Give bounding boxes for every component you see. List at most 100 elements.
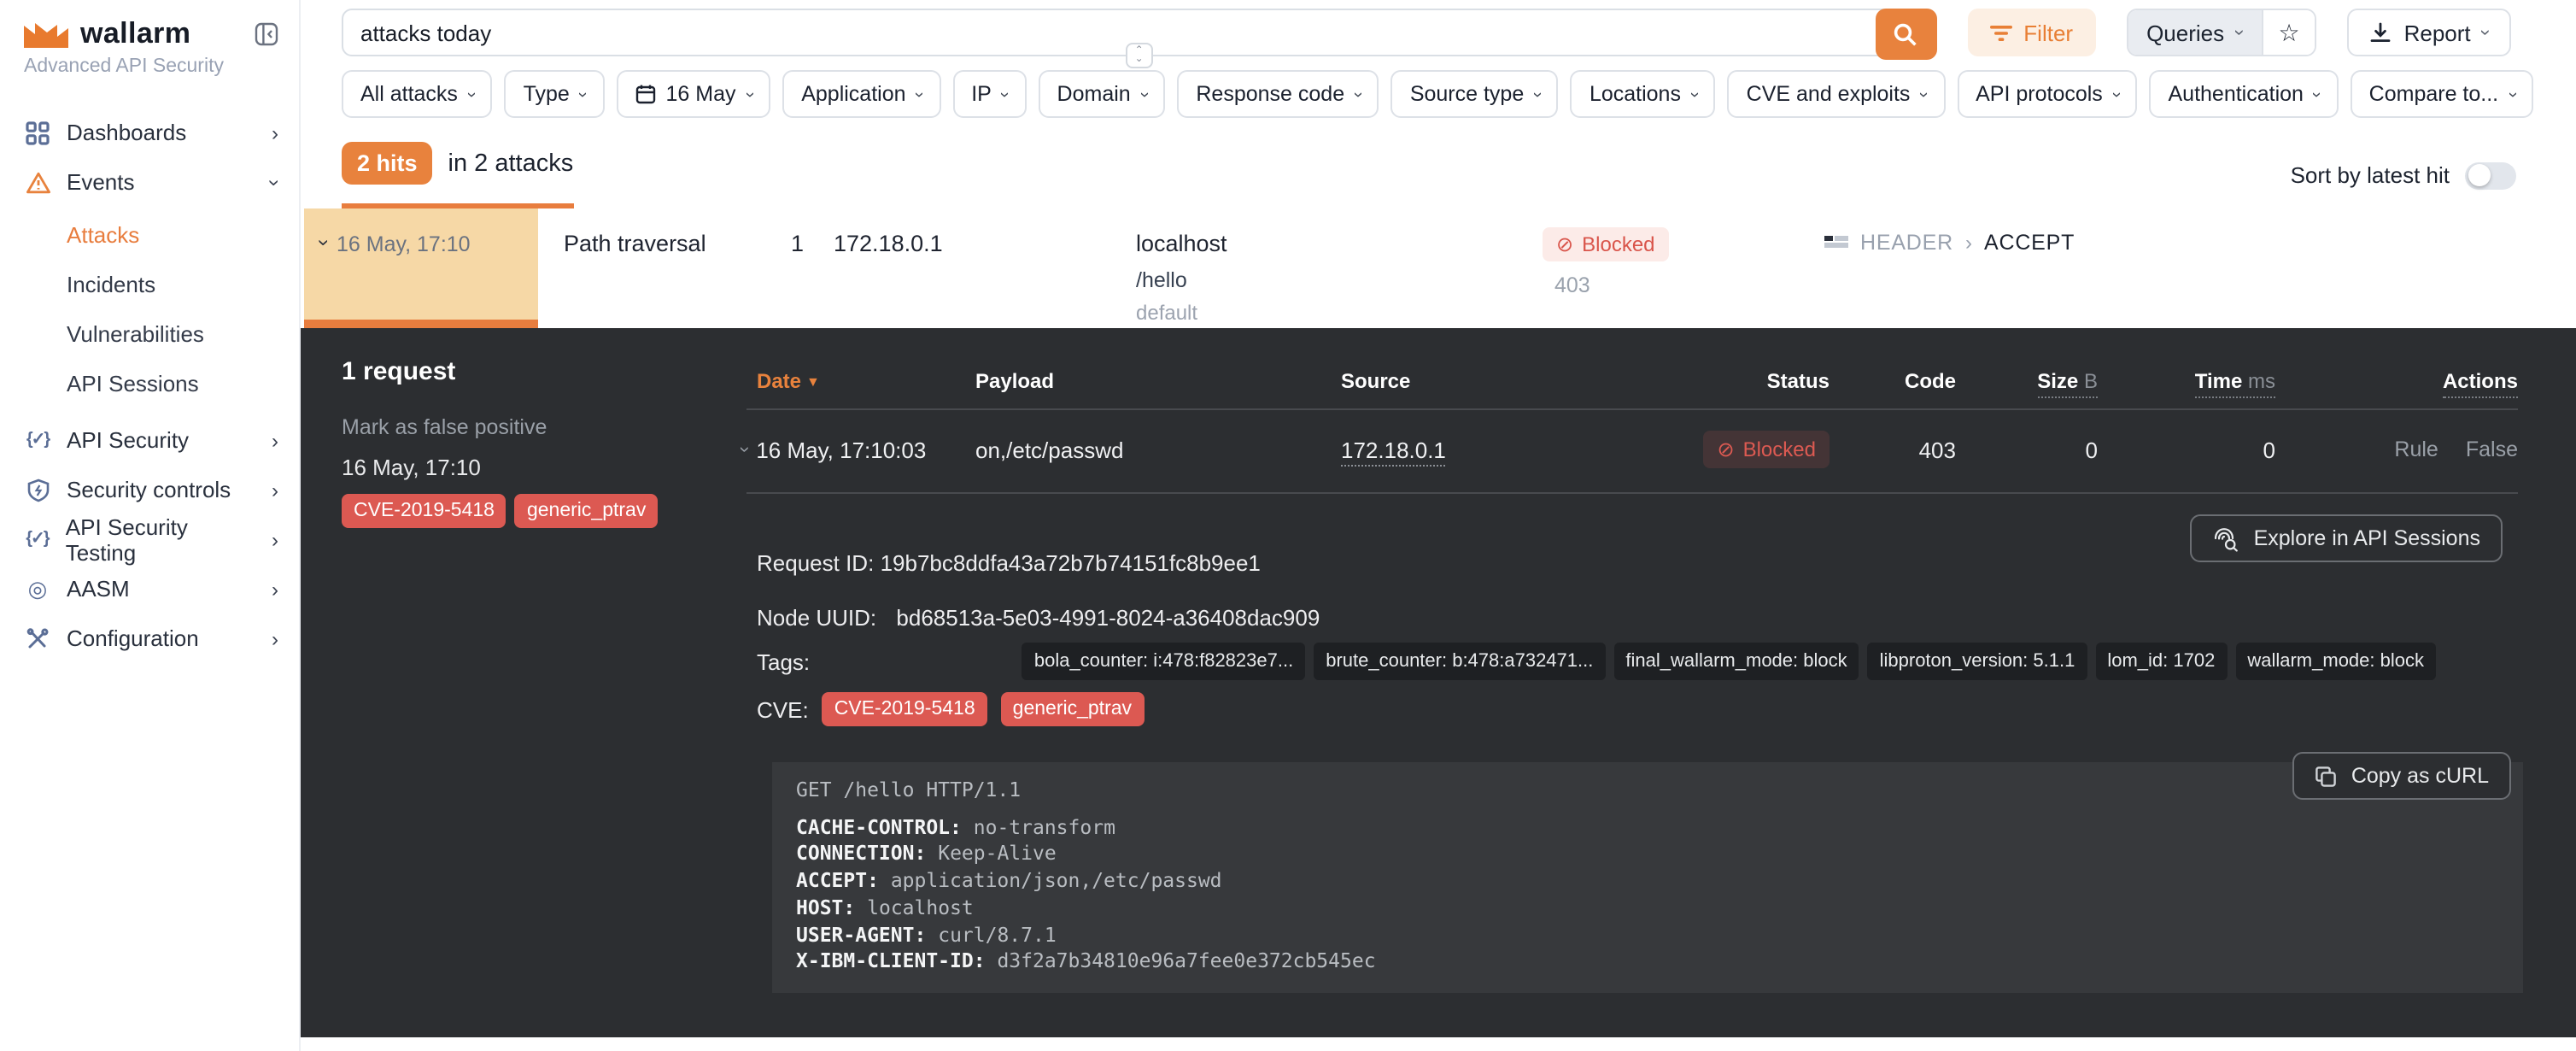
chevron-down-icon: › [2307,91,2326,97]
col-header-source[interactable]: Source [1341,369,1659,393]
explore-api-sessions-button[interactable]: Explore in API Sessions [2191,514,2503,562]
brand-subtitle: Advanced API Security [24,56,278,77]
attack-detail-panel: 1 request Mark as false positive 16 May,… [301,328,2576,1037]
filter-chip-response-code[interactable]: Response code› [1177,70,1379,118]
chevron-down-icon: › [740,91,758,97]
request-source-link[interactable]: 172.18.0.1 [1341,437,1446,466]
report-button[interactable]: Report › [2348,9,2511,56]
tag-pill[interactable]: final_wallarm_mode: block [1613,643,1859,680]
http-header: ACCEPT: application/json,/etc/passwd [796,868,2499,895]
search-button[interactable] [1875,9,1936,60]
http-request-line: GET /hello HTTP/1.1 [796,778,2499,804]
cve-label: CVE: [757,696,809,722]
col-header-code[interactable]: Code [1830,369,1956,393]
cve-tag[interactable]: CVE-2019-5418 [342,494,506,528]
filter-chip-authentication[interactable]: Authentication› [2150,70,2339,118]
hits-count-badge: 2 hits [342,142,433,185]
tag-pill[interactable]: lom_id: 1702 [2095,643,2227,680]
queries-button[interactable]: Queries › [2128,10,2261,55]
sort-toggle[interactable] [2465,161,2516,189]
sidebar-item-dashboards[interactable]: Dashboards › [24,108,278,157]
sidebar-item-attacks[interactable]: Attacks [24,210,278,260]
filter-button[interactable]: Filter [1967,9,2095,56]
detail-date: 16 May, 17:10 [342,455,481,480]
results-summary-row: 2 hits in 2 attacks Sort by latest hit [301,118,2576,208]
col-header-date[interactable]: Date▼ [746,369,975,393]
chevron-down-icon: › [910,91,928,97]
chevron-down-icon: › [2106,91,2125,97]
app: wallarm Advanced API Security Dashboard [0,0,2576,1051]
requests-count: 1 request [342,357,455,386]
sidebar-item-configuration[interactable]: Configuration › [24,614,278,663]
tag-pill[interactable]: brute_counter: b:478:a732471... [1314,643,1605,680]
attack-status-badge: ⊘Blocked [1543,227,1669,261]
search-input[interactable] [343,20,1897,45]
chevron-down-icon: › [1348,91,1367,97]
chevron-down-icon: › [735,446,755,452]
tag-pill[interactable]: wallarm_mode: block [2235,643,2436,680]
sidebar-item-aasm[interactable]: ◎ AASM › [24,564,278,614]
wallarm-logo-icon [24,20,68,49]
attack-response-code: 403 [1543,273,1590,297]
braces-check-icon: {✓} [24,530,50,549]
chevron-right-icon: › [272,120,278,144]
filter-chip-domain[interactable]: Domain› [1039,70,1166,118]
false-action-link[interactable]: False [2466,437,2518,461]
filter-chip-application[interactable]: Application › [782,70,940,118]
col-header-actions[interactable]: Actions [2275,369,2518,393]
sidebar-item-incidents[interactable]: Incidents [24,260,278,309]
chip-label: Compare to... [2369,82,2498,106]
attack-path: /hello [1136,268,1187,292]
col-header-time[interactable]: Time ms [2098,369,2275,393]
chip-label: CVE and exploits [1747,82,1911,106]
hits-tab: 2 hits in 2 attacks [342,142,573,208]
mark-false-positive-link[interactable]: Mark as false positive [342,415,547,439]
tags-label: Tags: [757,649,810,674]
cve-pill[interactable]: generic_ptrav [1001,692,1144,726]
request-table-row[interactable]: › 16 May, 17:10:03 on,/etc/passwd 172.18… [746,410,2518,494]
sidebar-item-vulnerabilities[interactable]: Vulnerabilities [24,309,278,359]
http-header: USER-AGENT: curl/8.7.1 [796,922,2499,948]
filter-chip-locations[interactable]: Locations› [1571,70,1716,118]
attack-date-cell[interactable]: › 16 May, 17:10 [304,208,538,328]
search-expand-handle[interactable]: ⌃⌄ [1126,43,1153,68]
filter-chip-cve-exploits[interactable]: CVE and exploits› [1728,70,1945,118]
attack-row[interactable]: › 16 May, 17:10 Path traversal 1 172.18.… [301,208,2576,328]
bottom-strip [301,1037,2576,1051]
request-time: 0 [2098,437,2275,462]
sidebar-item-events[interactable]: Events › [24,157,278,207]
tag-pill[interactable]: libproton_version: 5.1.1 [1868,643,2087,680]
filter-chip-all-attacks[interactable]: All attacks› [342,70,493,118]
sidebar-item-security-controls[interactable]: Security controls › [24,465,278,514]
shield-icon [24,478,51,502]
col-header-payload[interactable]: Payload [975,369,1341,393]
toggle-knob [2468,164,2490,186]
chevron-right-icon: › [272,577,278,601]
filter-chip-type[interactable]: Type› [505,70,605,118]
explore-label: Explore in API Sessions [2254,526,2480,550]
filter-chip-compare-to[interactable]: Compare to...› [2351,70,2533,118]
collapse-sidebar-icon[interactable] [255,22,278,46]
tag-pill[interactable]: bola_counter: i:478:f82823e7... [1022,643,1305,680]
sidebar-item-api-security[interactable]: {✓} API Security › [24,415,278,465]
copy-as-curl-button[interactable]: Copy as cURL [2293,752,2511,800]
cve-tag[interactable]: generic_ptrav [515,494,658,528]
col-header-status[interactable]: Status [1659,369,1830,393]
top-bar: / ⌃⌄ Filter Queries › [301,0,2576,56]
filter-chip-date[interactable]: 16 May› [617,70,771,118]
attack-app-pool: default [1136,301,1197,325]
sidebar-item-api-sessions[interactable]: API Sessions [24,359,278,408]
filter-chip-source-type[interactable]: Source type› [1391,70,1559,118]
chip-label: Application [801,82,905,106]
sidebar-item-api-security-testing[interactable]: {✓} API Security Testing › [24,514,278,564]
sidebar-label: API Security Testing [66,514,256,565]
node-uuid-value: bd68513a-5e03-4991-8024-a36408dac909 [896,605,1320,631]
favorite-star-button[interactable]: ☆ [2261,10,2315,55]
cve-pill[interactable]: CVE-2019-5418 [823,692,987,726]
filter-chip-ip[interactable]: IP› [952,70,1026,118]
rule-action-link[interactable]: Rule [2394,437,2438,461]
col-header-size[interactable]: Size B [1956,369,2098,393]
header-parameter-icon [1824,235,1848,250]
filter-chip-api-protocols[interactable]: API protocols› [1957,70,2137,118]
attack-domain: localhost [1136,231,1227,256]
